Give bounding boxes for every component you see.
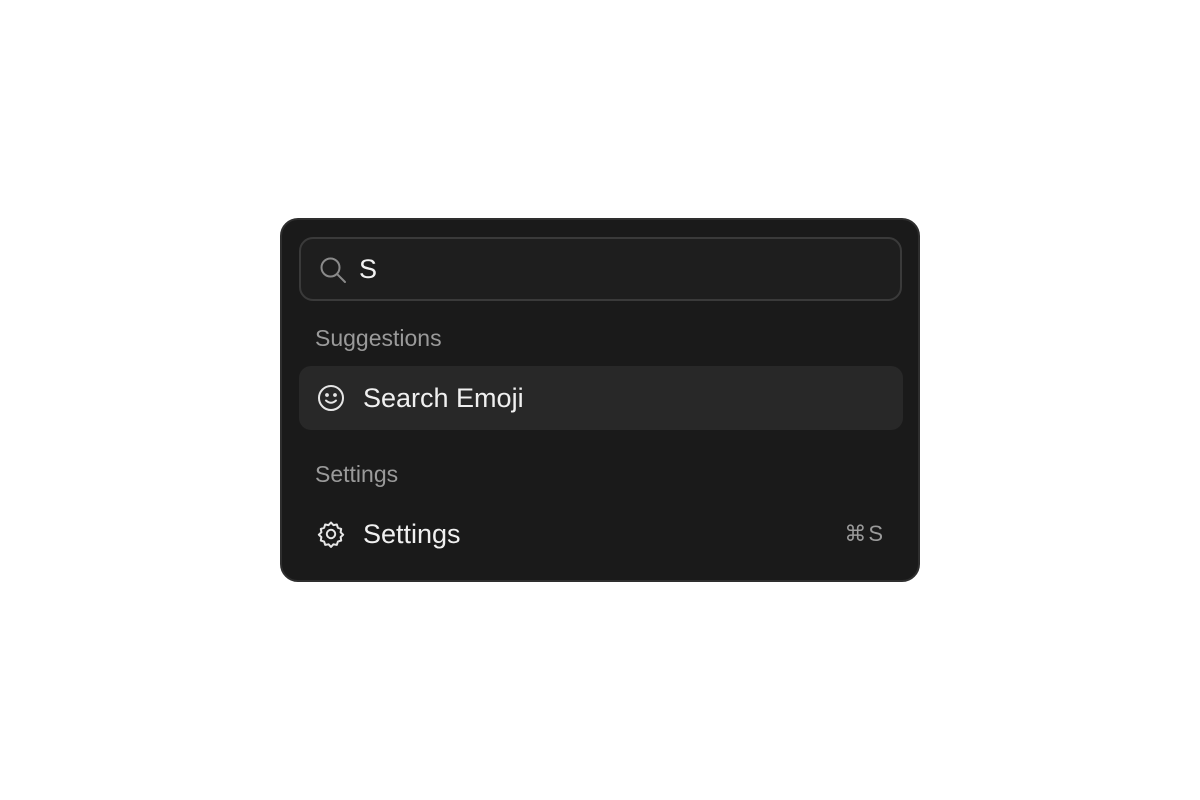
command-item-search-emoji[interactable]: Search Emoji	[299, 366, 903, 430]
group-heading-settings: Settings	[315, 461, 399, 487]
smiley-icon	[318, 385, 344, 411]
search-icon	[320, 257, 346, 283]
gear-icon	[317, 521, 345, 548]
search-field[interactable]	[299, 237, 902, 301]
command-palette: Suggestions Search Emoji Settings Settin…	[280, 218, 920, 582]
command-item-label: Search Emoji	[363, 383, 524, 413]
group-heading-suggestions: Suggestions	[315, 325, 442, 351]
search-input[interactable]	[359, 247, 879, 291]
keyboard-shortcut: ⌘S	[844, 521, 885, 546]
command-item-settings[interactable]: Settings ⌘S	[299, 502, 903, 566]
command-item-label: Settings	[363, 519, 461, 549]
